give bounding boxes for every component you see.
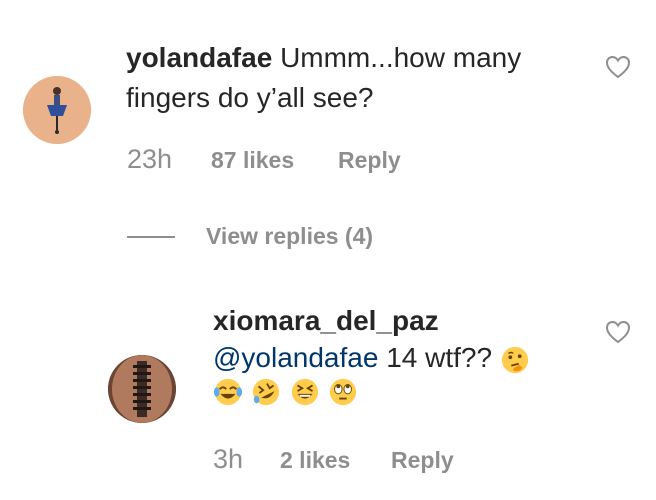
view-replies-button[interactable]: View replies (4) xyxy=(206,223,373,250)
like-heart-icon[interactable] xyxy=(605,55,631,79)
emoji-row xyxy=(213,377,362,413)
like-count[interactable]: 87 likes xyxy=(211,147,294,174)
username[interactable]: yolandafae xyxy=(126,42,272,73)
avatar[interactable] xyxy=(108,355,176,423)
comment-text: @yolandafae 14 wtf?? xyxy=(213,338,593,378)
face-with-rolling-eyes-icon xyxy=(330,378,357,406)
comment-time[interactable]: 23h xyxy=(127,144,172,175)
comment-text: yolandafae Ummm...how many fingers do y’… xyxy=(126,38,586,118)
avatar[interactable] xyxy=(23,76,91,144)
like-count[interactable]: 2 likes xyxy=(280,447,350,474)
comment-body: 14 wtf?? xyxy=(378,342,493,373)
reply-button[interactable]: Reply xyxy=(338,147,401,174)
comment-time[interactable]: 3h xyxy=(213,444,243,475)
reply-button[interactable]: Reply xyxy=(391,447,454,474)
like-heart-icon[interactable] xyxy=(605,320,631,344)
grinning-squinting-face-icon xyxy=(291,378,319,406)
rolling-on-the-floor-laughing-icon xyxy=(253,378,280,406)
face-with-tears-of-joy-icon xyxy=(213,378,243,406)
username[interactable]: xiomara_del_paz xyxy=(213,301,439,341)
mention-link[interactable]: @yolandafae xyxy=(213,342,378,373)
thinking-face-icon xyxy=(501,346,528,373)
replies-divider xyxy=(127,236,175,238)
